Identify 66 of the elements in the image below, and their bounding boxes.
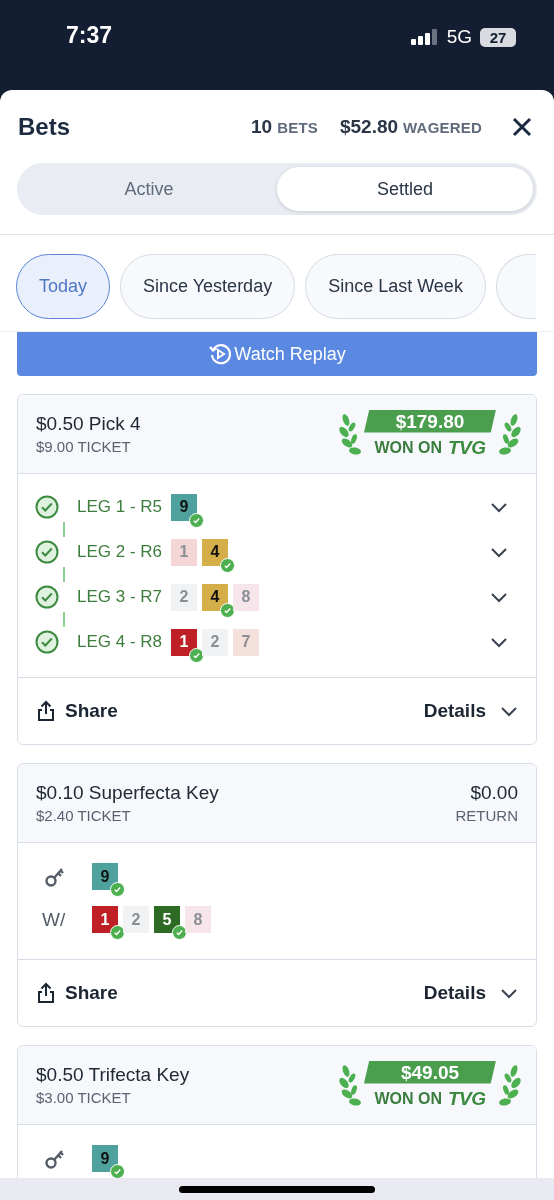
leg-label: LEG 3 - R7 [77, 587, 164, 607]
check-icon [220, 602, 235, 618]
share-button[interactable]: Share [36, 982, 118, 1004]
bet-title: $0.10 Superfecta Key [36, 782, 219, 804]
chevron-down-icon [490, 591, 508, 603]
filter-chip[interactable]: Since Last Week [305, 254, 486, 319]
check-icon [172, 925, 187, 940]
won-label: WON ON [374, 438, 442, 457]
check-icon [189, 512, 204, 528]
won-label: WON ON [374, 1089, 442, 1108]
chevron-down-icon [490, 636, 508, 648]
check-icon [189, 647, 204, 663]
runner-number: 1 [171, 538, 197, 566]
bet-count-label: BETS [277, 118, 318, 136]
ticket-cost: $2.40 TICKET [36, 807, 132, 824]
runner-number: 2 [123, 906, 149, 933]
laurel-icon [498, 412, 522, 456]
chevron-down-icon [500, 987, 518, 999]
check-icon [220, 557, 235, 573]
bet-title: $0.50 Trifecta Key [36, 1064, 190, 1086]
check-icon [110, 925, 125, 940]
close-button[interactable] [510, 115, 534, 139]
share-icon [36, 700, 56, 722]
check-icon [110, 882, 125, 897]
return-label: RETURN [455, 807, 518, 824]
runner-number: 8 [185, 906, 211, 933]
brand-logo: TVG [448, 436, 486, 459]
brand-logo: TVG [448, 1087, 486, 1110]
return-amount: $0.00 [470, 782, 518, 804]
replay-icon [208, 342, 233, 366]
tab[interactable]: Settled [277, 167, 533, 211]
bet-title: $0.50 Pick 4 [36, 413, 141, 435]
tab[interactable]: Active [21, 167, 277, 211]
share-button[interactable]: Share [36, 700, 118, 722]
runner-number: 8 [233, 583, 259, 611]
battery-icon: 27 [480, 27, 516, 47]
winnings-amount: $179.80 [364, 409, 496, 433]
leg-label: LEG 2 - R6 [77, 542, 164, 562]
ticket-cost: $3.00 TICKET [36, 1089, 132, 1106]
details-button[interactable]: Details [423, 982, 518, 1004]
chevron-down-icon [490, 546, 508, 558]
chevron-down-icon [500, 705, 518, 717]
runner-number: 2 [171, 583, 197, 611]
home-indicator[interactable] [179, 1185, 375, 1193]
ticket-cost: $9.00 TICKET [36, 438, 132, 455]
details-button[interactable]: Details [423, 700, 518, 722]
with-label: W/ [42, 908, 66, 931]
bet-count: 10 [251, 116, 273, 138]
sheet-title: Bets [18, 113, 72, 141]
laurel-icon [338, 1063, 362, 1107]
network-label: 5G [446, 26, 472, 48]
wagered-amount: $52.80 [339, 116, 399, 138]
leg-label: LEG 1 - R5 [77, 497, 164, 517]
status-time: 7:37 [66, 22, 113, 49]
signal-icon [410, 29, 439, 45]
filter-chip[interactable]: Today [16, 254, 111, 319]
laurel-icon [498, 1063, 522, 1107]
leg-label: LEG 4 - R8 [77, 632, 164, 652]
winnings-amount: $49.05 [364, 1060, 496, 1084]
wagered-label: WAGERED [403, 118, 482, 136]
chevron-down-icon [490, 501, 508, 513]
runner-number: 7 [233, 628, 259, 656]
runner-number: 2 [202, 628, 228, 656]
laurel-icon [338, 412, 362, 456]
share-icon [36, 982, 56, 1004]
filter-chip[interactable]: Since Yesterday [120, 254, 296, 319]
